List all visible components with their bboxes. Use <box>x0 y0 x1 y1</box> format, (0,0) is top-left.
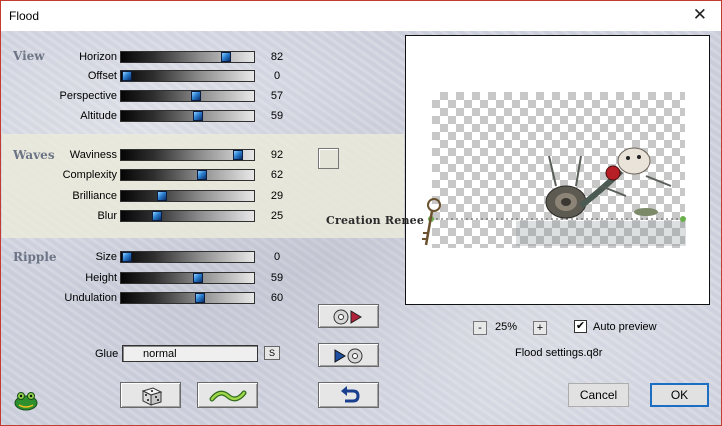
undo-icon <box>341 386 360 403</box>
zoom-in-button[interactable]: + <box>533 321 547 335</box>
slider-label: Offset <box>87 70 117 82</box>
wave-icon <box>209 390 247 402</box>
slider-value: 25 <box>270 210 284 222</box>
save-preset-icon <box>334 348 363 364</box>
height-slider[interactable] <box>120 272 255 284</box>
settings-file-name: Flood settings.q8r <box>515 347 603 359</box>
brilliance-slider[interactable] <box>120 190 255 202</box>
slider-thumb[interactable] <box>221 52 232 62</box>
slider-thumb[interactable] <box>193 111 204 121</box>
creator-watermark: Creation Renee <box>326 214 425 227</box>
size-slider[interactable] <box>120 251 255 263</box>
slider-label: Size <box>95 251 117 263</box>
slider-label: Horizon <box>79 51 117 63</box>
slider-thumb[interactable] <box>193 273 204 283</box>
slider-label: Blur <box>97 210 117 222</box>
blur-slider[interactable] <box>120 210 255 222</box>
slider-label: Undulation <box>64 292 117 304</box>
key-icon <box>422 198 441 246</box>
dice-icon <box>141 387 163 406</box>
title-bar: Flood ✕ <box>1 1 721 31</box>
slider-thumb[interactable] <box>157 191 168 201</box>
horizon-slider[interactable] <box>120 51 255 63</box>
slider-value: 0 <box>273 251 281 263</box>
slider-thumb[interactable] <box>194 293 205 303</box>
ok-button[interactable]: OK <box>650 383 709 407</box>
slider-value: 59 <box>270 272 284 284</box>
slider-thumb[interactable] <box>197 170 208 180</box>
color-swatch-box[interactable] <box>318 148 339 169</box>
load-preset-icon <box>333 309 362 325</box>
altitude-slider[interactable] <box>120 110 255 122</box>
offset-slider[interactable] <box>120 70 255 82</box>
slider-value: 62 <box>270 169 284 181</box>
slider-thumb[interactable] <box>233 150 244 160</box>
undulation-slider[interactable] <box>120 292 255 304</box>
zoom-level: 25% <box>495 321 518 333</box>
load-preset-button[interactable] <box>318 304 379 328</box>
slider-label: Waviness <box>69 149 117 161</box>
slider-thumb[interactable] <box>190 91 201 101</box>
slider-value: 0 <box>273 70 281 82</box>
preview-image <box>428 147 686 246</box>
slider-thumb[interactable] <box>152 211 163 221</box>
slider-value: 60 <box>270 292 284 304</box>
undo-button[interactable] <box>318 382 379 408</box>
close-icon[interactable]: ✕ <box>693 5 707 25</box>
glue-select[interactable]: normal <box>122 345 258 362</box>
slider-label: Altitude <box>80 110 117 122</box>
slider-label: Complexity <box>62 169 117 181</box>
slider-value: 92 <box>270 149 284 161</box>
auto-preview-checkbox[interactable]: ✔ <box>574 320 587 333</box>
slider-label: Brilliance <box>72 190 117 202</box>
preview-panel[interactable] <box>405 35 710 305</box>
slider-thumb[interactable] <box>122 252 132 262</box>
window-title: Flood <box>9 9 40 23</box>
save-preset-button[interactable] <box>318 343 379 367</box>
slider-value: 82 <box>270 51 284 63</box>
waviness-slider[interactable] <box>120 149 255 161</box>
perspective-slider[interactable] <box>120 90 255 102</box>
slider-value: 59 <box>270 110 284 122</box>
slider-value: 57 <box>270 90 284 102</box>
slider-value: 29 <box>270 190 284 202</box>
complexity-slider[interactable] <box>120 169 255 181</box>
frog-logo-icon <box>13 389 39 411</box>
zoom-out-button[interactable]: - <box>473 321 487 335</box>
glue-label: Glue <box>95 348 119 360</box>
slider-thumb[interactable] <box>122 71 132 81</box>
slider-label: Perspective <box>59 90 117 102</box>
slider-label: Height <box>85 272 117 284</box>
auto-preview-label: Auto preview <box>593 321 657 333</box>
randomize-button[interactable] <box>120 382 181 408</box>
cancel-button[interactable]: Cancel <box>568 383 629 407</box>
flood-dialog: Flood ✕ View Waves Ripple Horizon 82 Off… <box>0 0 722 426</box>
reset-wave-button[interactable] <box>197 382 258 408</box>
glue-menu-icon[interactable]: S <box>264 346 280 360</box>
